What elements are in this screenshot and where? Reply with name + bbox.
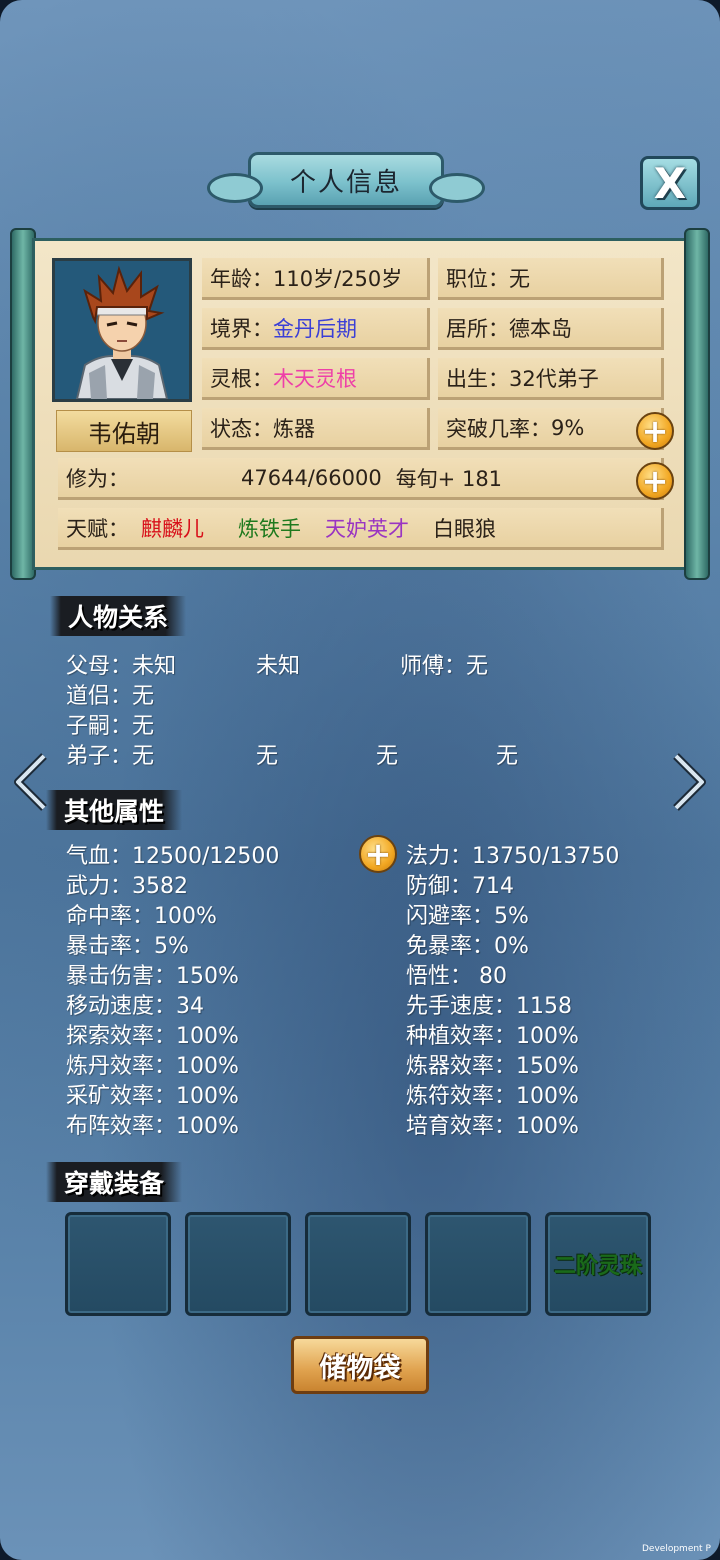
prev-arrow-icon[interactable] bbox=[12, 752, 48, 812]
position-cell: 职位： 无 bbox=[438, 258, 664, 300]
age-value: 110岁/250岁 bbox=[273, 266, 403, 291]
attr-left: 探索效率：100% bbox=[66, 1024, 239, 1049]
close-button[interactable]: X bbox=[640, 156, 700, 210]
disciple-value[interactable]: 无 bbox=[496, 738, 518, 770]
title-banner: 个人信息 bbox=[207, 152, 485, 208]
avatar-icon bbox=[55, 261, 189, 399]
attr-right: 闪避率：5% bbox=[406, 904, 529, 929]
age-cell: 年龄： 110岁/250岁 bbox=[202, 258, 430, 300]
spirit-root-cell: 灵根： 木天灵根 bbox=[202, 358, 430, 400]
talent-item[interactable]: 麒麟儿 bbox=[141, 513, 204, 543]
disciple-value[interactable]: 无 bbox=[376, 738, 398, 770]
attr-left: 炼丹效率：100% bbox=[66, 1054, 239, 1079]
cultivation-plus-icon[interactable]: + bbox=[636, 462, 674, 500]
character-portrait[interactable] bbox=[52, 258, 192, 402]
residence-value: 德本岛 bbox=[509, 316, 572, 341]
attribute-plus-icon[interactable]: + bbox=[359, 835, 397, 873]
birth-value: 32代弟子 bbox=[509, 366, 599, 391]
cloud-ornament-left bbox=[207, 173, 263, 203]
attr-left: 命中率：100% bbox=[66, 904, 217, 929]
disciple-value[interactable]: 无 bbox=[256, 738, 278, 770]
parents-row: 父母：未知 bbox=[66, 648, 176, 680]
equipment-slot[interactable] bbox=[425, 1212, 531, 1316]
partner-label: 道侣： bbox=[66, 684, 133, 709]
equipment-slot[interactable]: 二阶灵珠 bbox=[545, 1212, 651, 1316]
breakthrough-label: 突破几率： bbox=[446, 416, 551, 441]
next-arrow-icon[interactable] bbox=[672, 752, 708, 812]
partner-value[interactable]: 无 bbox=[132, 684, 154, 709]
attr-left: 气血：12500/12500 bbox=[66, 844, 280, 869]
equipment-slot[interactable] bbox=[185, 1212, 291, 1316]
attr-left: 移动速度：34 bbox=[66, 994, 204, 1019]
parent-value[interactable]: 未知 bbox=[132, 654, 176, 679]
attr-left: 武力：3582 bbox=[66, 874, 188, 899]
position-value: 无 bbox=[509, 266, 530, 291]
spirit-root-label: 灵根： bbox=[210, 366, 273, 391]
position-label: 职位： bbox=[446, 266, 509, 291]
age-label: 年龄： bbox=[210, 266, 273, 291]
attr-left: 采矿效率：100% bbox=[66, 1084, 239, 1109]
cloud-ornament-right bbox=[429, 173, 485, 203]
equipment-slot-label: 二阶灵珠 bbox=[553, 1254, 642, 1279]
spirit-root-value: 木天灵根 bbox=[273, 366, 357, 391]
relations-heading: 人物关系 bbox=[50, 596, 187, 636]
status-label: 状态： bbox=[210, 416, 273, 441]
master-row: 师傅：无 bbox=[400, 648, 488, 680]
talent-item[interactable]: 天妒英才 bbox=[325, 513, 409, 543]
residence-cell: 居所： 德本岛 bbox=[438, 308, 664, 350]
attr-right: 法力：13750/13750 bbox=[406, 844, 620, 869]
attr-right: 种植效率：100% bbox=[406, 1024, 579, 1049]
partner-row: 道侣：无 bbox=[66, 678, 154, 710]
cultivation-value: 47644/66000 bbox=[241, 465, 382, 490]
attr-right: 炼器效率：150% bbox=[406, 1054, 579, 1079]
storage-bag-button[interactable]: 储物袋 bbox=[291, 1336, 429, 1394]
children-row: 子嗣：无 bbox=[66, 708, 154, 740]
attr-right: 先手速度：1158 bbox=[406, 994, 572, 1019]
status-value: 炼器 bbox=[273, 416, 315, 441]
development-watermark: Development P bbox=[642, 1544, 711, 1554]
scroll-rod-right bbox=[684, 228, 710, 580]
attr-left: 暴击伤害：150% bbox=[66, 964, 239, 989]
attr-right: 培育效率：100% bbox=[406, 1114, 579, 1139]
talent-cell: 天赋： 麒麟儿 炼铁手 天妒英才 白眼狼 bbox=[58, 508, 664, 550]
attr-left: 暴击率：5% bbox=[66, 934, 189, 959]
equipment-slot[interactable] bbox=[305, 1212, 411, 1316]
cultivation-label: 修为： bbox=[66, 466, 129, 491]
breakthrough-plus-icon[interactable]: + bbox=[636, 412, 674, 450]
attributes-heading: 其他属性 bbox=[46, 790, 183, 830]
equipment-slot[interactable] bbox=[65, 1212, 171, 1316]
talent-item[interactable]: 白眼狼 bbox=[433, 513, 496, 543]
parent-value[interactable]: 未知 bbox=[256, 648, 300, 680]
attr-right: 免暴率：0% bbox=[406, 934, 529, 959]
disciple-value[interactable]: 无 bbox=[132, 744, 154, 769]
realm-cell: 境界： 金丹后期 bbox=[202, 308, 430, 350]
parents-label: 父母： bbox=[66, 654, 133, 679]
cultivation-cell: 修为： 47644/66000 每旬+ 181 bbox=[58, 458, 664, 500]
talent-item[interactable]: 炼铁手 bbox=[238, 513, 301, 543]
breakthrough-value: 9% bbox=[551, 415, 585, 440]
attr-right: 炼符效率：100% bbox=[406, 1084, 579, 1109]
cultivation-rate: 每旬+ 181 bbox=[395, 466, 503, 491]
birth-cell: 出生： 32代弟子 bbox=[438, 358, 664, 400]
realm-label: 境界： bbox=[210, 316, 273, 341]
equipment-heading: 穿戴装备 bbox=[46, 1162, 183, 1202]
disciples-row: 弟子：无 bbox=[66, 738, 154, 770]
attr-right: 悟性： 80 bbox=[406, 964, 507, 989]
birth-label: 出生： bbox=[446, 366, 509, 391]
attr-left: 布阵效率：100% bbox=[66, 1114, 239, 1139]
disciples-label: 弟子： bbox=[66, 744, 133, 769]
residence-label: 居所： bbox=[446, 316, 509, 341]
talent-label: 天赋： bbox=[66, 516, 129, 541]
page-title: 个人信息 bbox=[289, 167, 402, 198]
children-label: 子嗣： bbox=[66, 714, 133, 739]
status-cell: 状态： 炼器 bbox=[202, 408, 430, 450]
master-value[interactable]: 无 bbox=[466, 654, 488, 679]
breakthrough-cell: 突破几率： 9% bbox=[438, 408, 664, 450]
children-value[interactable]: 无 bbox=[132, 714, 154, 739]
attr-right: 防御：714 bbox=[406, 874, 514, 899]
character-info-screen: 个人信息 X 韦佑朝 年龄： 110岁/250岁 职位： 无 境界： 金丹后期 … bbox=[0, 0, 720, 1560]
character-name: 韦佑朝 bbox=[56, 410, 192, 452]
realm-value: 金丹后期 bbox=[273, 316, 357, 341]
master-label: 师傅： bbox=[400, 654, 467, 679]
